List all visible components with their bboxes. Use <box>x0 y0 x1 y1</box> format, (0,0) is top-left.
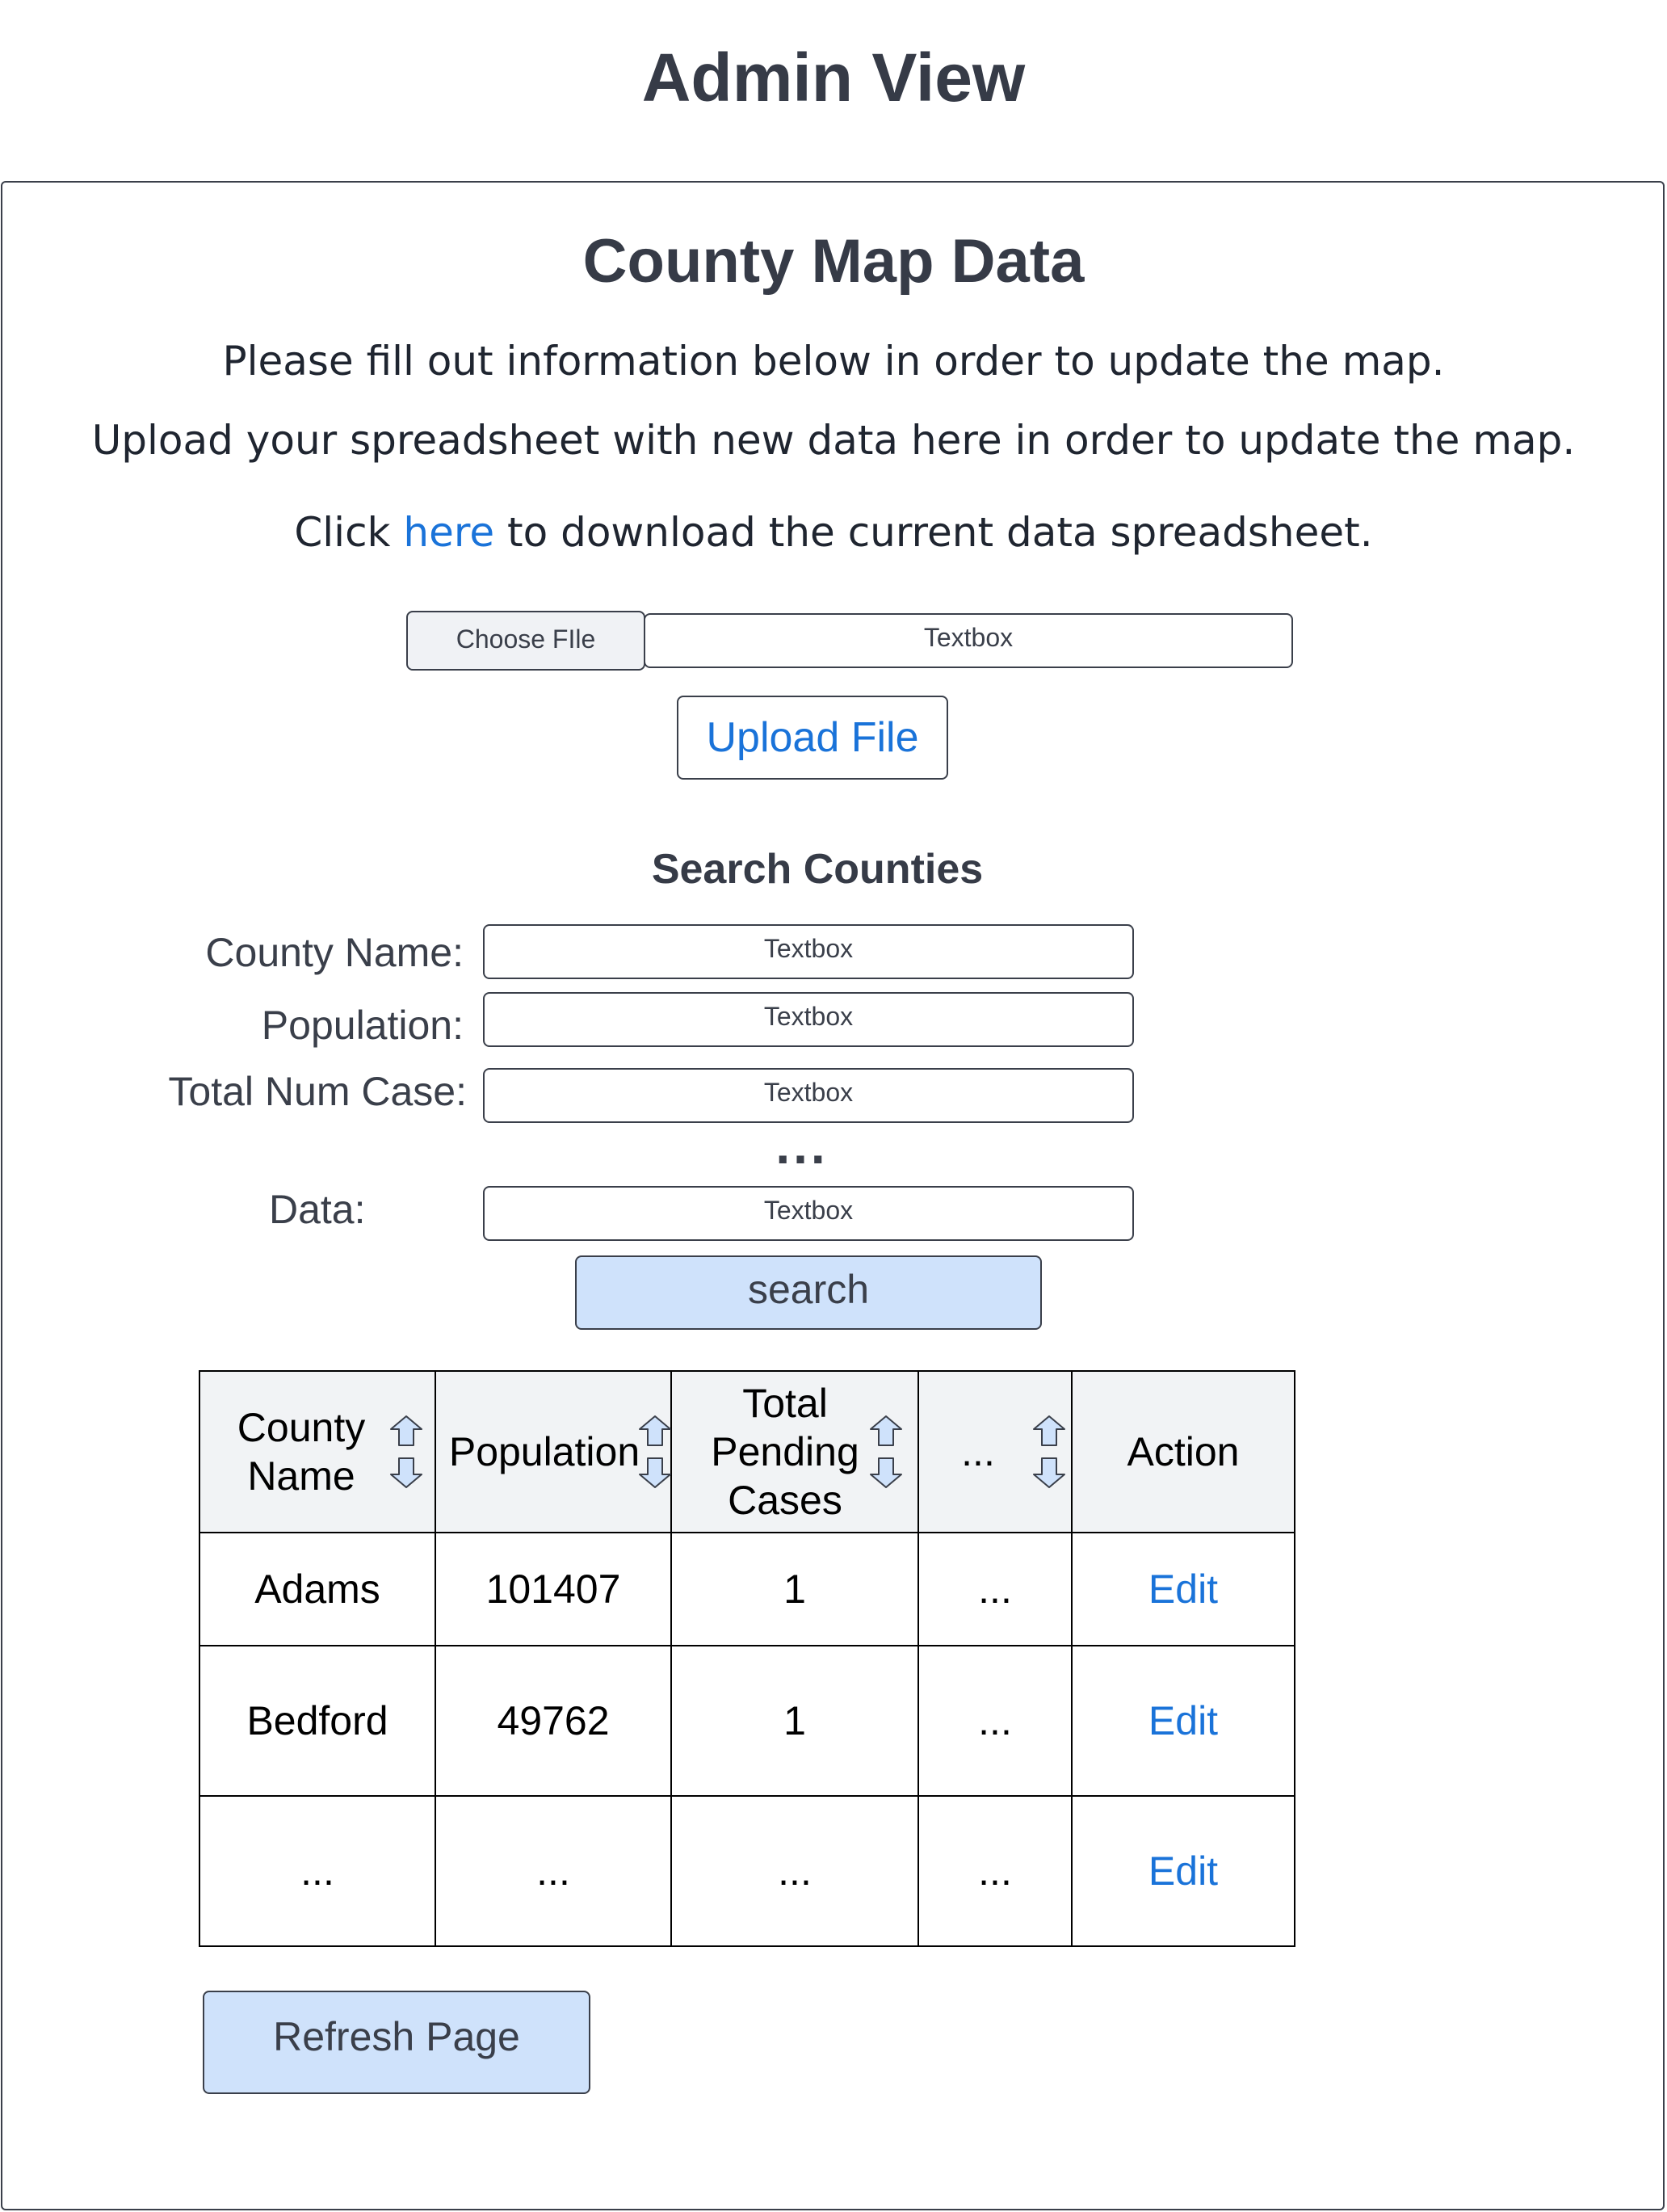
sort-icon[interactable] <box>636 1413 674 1491</box>
cell-more: ... <box>917 1795 1073 1947</box>
cell-county-name: ... <box>199 1795 436 1947</box>
column-header-action: Action <box>1071 1370 1295 1533</box>
total-num-case-label: Total Num Case: <box>168 1069 467 1114</box>
county-name-input[interactable]: Textbox <box>483 924 1134 979</box>
edit-link[interactable]: Edit <box>1071 1532 1295 1646</box>
sort-icon[interactable] <box>867 1413 905 1491</box>
data-label: Data: <box>269 1187 366 1232</box>
column-header-label: ... <box>961 1429 995 1474</box>
download-prefix: Click <box>294 509 404 556</box>
column-header-label: County Name <box>237 1405 366 1499</box>
county-data-table: County Name Population Total Pending Cas… <box>199 1370 1295 1947</box>
table-header-row: County Name Population Total Pending Cas… <box>199 1370 1295 1533</box>
instruction-upload: Upload your spreadsheet with new data he… <box>91 417 1576 464</box>
search-button[interactable]: search <box>575 1255 1042 1330</box>
download-instruction: Click here to download the current data … <box>0 509 1667 556</box>
sort-icon[interactable] <box>388 1413 425 1491</box>
cell-total-pending-cases: 1 <box>670 1532 919 1646</box>
column-header-county-name[interactable]: County Name <box>199 1370 436 1533</box>
population-input[interactable]: Textbox <box>483 992 1134 1047</box>
data-input[interactable]: Textbox <box>483 1186 1134 1241</box>
column-header-label: Population <box>448 1429 640 1474</box>
cell-total-pending-cases: 1 <box>670 1645 919 1797</box>
sort-icon[interactable] <box>1031 1413 1068 1491</box>
refresh-page-button[interactable]: Refresh Page <box>203 1991 590 2094</box>
cell-population: ... <box>435 1795 672 1947</box>
upload-file-button[interactable]: Upload File <box>677 696 948 780</box>
column-header-total-pending-cases[interactable]: Total Pending Cases <box>670 1370 919 1533</box>
table-row: Adams 101407 1 ... Edit <box>199 1532 1295 1646</box>
total-num-case-input[interactable]: Textbox <box>483 1068 1134 1123</box>
cell-county-name: Bedford <box>199 1645 436 1797</box>
column-header-more[interactable]: ... <box>917 1370 1073 1533</box>
cell-more: ... <box>917 1645 1073 1797</box>
more-fields-ellipsis: ... <box>775 1117 829 1175</box>
table-row: Bedford 49762 1 ... Edit <box>199 1645 1295 1797</box>
cell-total-pending-cases: ... <box>670 1795 919 1947</box>
cell-county-name: Adams <box>199 1532 436 1646</box>
cell-population: 101407 <box>435 1532 672 1646</box>
instruction-fill-out: Please fill out information below in ord… <box>222 338 1445 385</box>
column-header-label: Total Pending Cases <box>711 1381 859 1523</box>
table-row: ... ... ... ... Edit <box>199 1795 1295 1947</box>
cell-population: 49762 <box>435 1645 672 1797</box>
edit-link[interactable]: Edit <box>1071 1795 1295 1947</box>
choose-file-button[interactable]: Choose FIle <box>406 611 645 671</box>
file-name-field[interactable]: Textbox <box>644 613 1293 668</box>
download-link[interactable]: here <box>403 509 494 556</box>
cell-more: ... <box>917 1532 1073 1646</box>
population-label: Population: <box>261 1003 464 1048</box>
download-suffix: to download the current data spreadsheet… <box>494 509 1373 556</box>
page-title: Admin View <box>641 40 1026 116</box>
edit-link[interactable]: Edit <box>1071 1645 1295 1797</box>
panel-title: County Map Data <box>582 227 1085 296</box>
search-counties-title: Search Counties <box>651 846 984 893</box>
county-name-label: County Name: <box>205 930 464 975</box>
column-header-population[interactable]: Population <box>435 1370 674 1533</box>
